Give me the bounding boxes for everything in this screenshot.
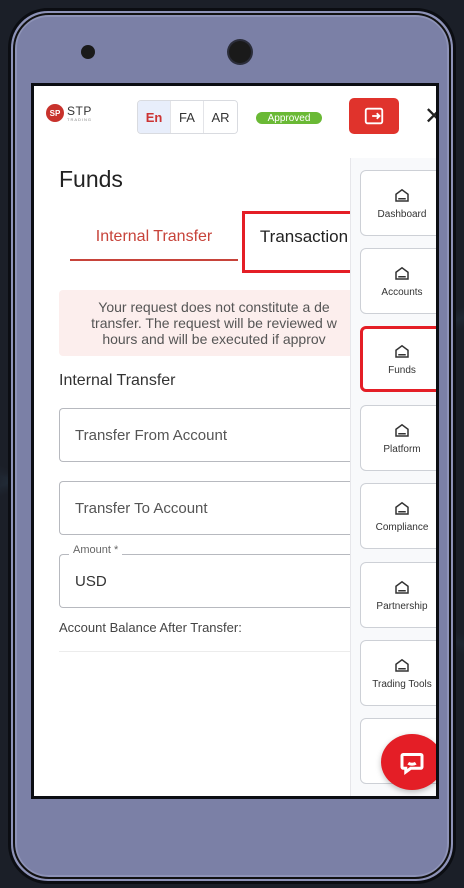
nav-label: Dashboard — [377, 209, 427, 220]
home-icon — [395, 580, 409, 594]
nav-label: Trading Tools — [372, 679, 432, 690]
close-icon: ✕ — [424, 102, 436, 131]
notice-line-3: hours and will be executed if approv — [102, 331, 326, 347]
notice-line-2: transfer. The request will be reviewed w — [91, 315, 337, 331]
lang-ar-button[interactable]: AR — [204, 101, 237, 133]
nav-item-platform[interactable]: Platform — [360, 405, 436, 471]
brand-logo[interactable]: SP STP TRADING — [46, 104, 92, 122]
status-badge: Approved — [256, 112, 322, 124]
lang-en-button[interactable]: En — [138, 101, 171, 133]
transfer-to-select[interactable]: Transfer To Account — [59, 481, 369, 535]
lang-fa-button[interactable]: FA — [171, 101, 204, 133]
home-icon — [395, 344, 409, 358]
nav-label: Platform — [383, 444, 421, 455]
logo-text: STP TRADING — [67, 105, 92, 122]
phone-frame: SP STP TRADING En FA AR Approved ✕ — [8, 8, 456, 884]
language-switcher: En FA AR — [137, 100, 238, 134]
transfer-notice: Your request does not constitute a de tr… — [59, 290, 369, 356]
nav-label: Partnership — [376, 601, 428, 612]
chat-button[interactable] — [381, 734, 436, 790]
amount-currency: USD — [75, 572, 107, 590]
nav-item-compliance[interactable]: Compliance — [360, 483, 436, 549]
top-bar: SP STP TRADING En FA AR Approved ✕ — [34, 86, 436, 148]
side-navigation: Dashboard Accounts Funds Platform Compli… — [350, 158, 436, 796]
home-icon — [395, 658, 409, 672]
logout-icon — [364, 107, 384, 125]
tab-internal-transfer[interactable]: Internal Transfer — [70, 214, 238, 261]
sensor-dot — [81, 45, 95, 59]
nav-item-funds[interactable]: Funds — [360, 326, 436, 392]
nav-label: Funds — [388, 365, 416, 376]
logo-mark-icon: SP — [46, 104, 64, 122]
transfer-from-select[interactable]: Transfer From Account — [59, 408, 369, 462]
transfer-to-placeholder: Transfer To Account — [75, 499, 208, 517]
nav-item-accounts[interactable]: Accounts — [360, 248, 436, 314]
section-title: Internal Transfer — [59, 372, 176, 389]
logo-main-text: STP — [67, 103, 92, 118]
tab-transaction[interactable]: Transaction — [242, 211, 366, 273]
balance-after-transfer-label: Account Balance After Transfer: — [59, 620, 242, 635]
home-icon — [395, 266, 409, 280]
home-icon — [395, 423, 409, 437]
camera-dot — [229, 41, 251, 63]
nav-label: Accounts — [381, 287, 423, 298]
form-divider — [59, 651, 369, 652]
nav-item-partnership[interactable]: Partnership — [360, 562, 436, 628]
nav-label: Compliance — [375, 522, 429, 533]
home-icon — [395, 188, 409, 202]
funds-tabs: Internal Transfer Transaction — [70, 211, 370, 273]
transfer-from-placeholder: Transfer From Account — [75, 426, 227, 444]
nav-item-trading-tools[interactable]: Trading Tools — [360, 640, 436, 706]
chat-bubble-icon — [400, 753, 424, 775]
amount-input[interactable]: USD — [59, 554, 369, 608]
home-icon — [395, 501, 409, 515]
nav-item-dashboard[interactable]: Dashboard — [360, 170, 436, 236]
notice-line-1: Your request does not constitute a de — [98, 299, 330, 315]
logout-button[interactable] — [349, 98, 399, 134]
page-title: Funds — [59, 166, 123, 192]
amount-label: Amount * — [69, 544, 123, 556]
app-screen: SP STP TRADING En FA AR Approved ✕ — [31, 83, 439, 799]
close-button[interactable]: ✕ — [422, 102, 436, 131]
logo-sub-text: TRADING — [67, 116, 92, 122]
